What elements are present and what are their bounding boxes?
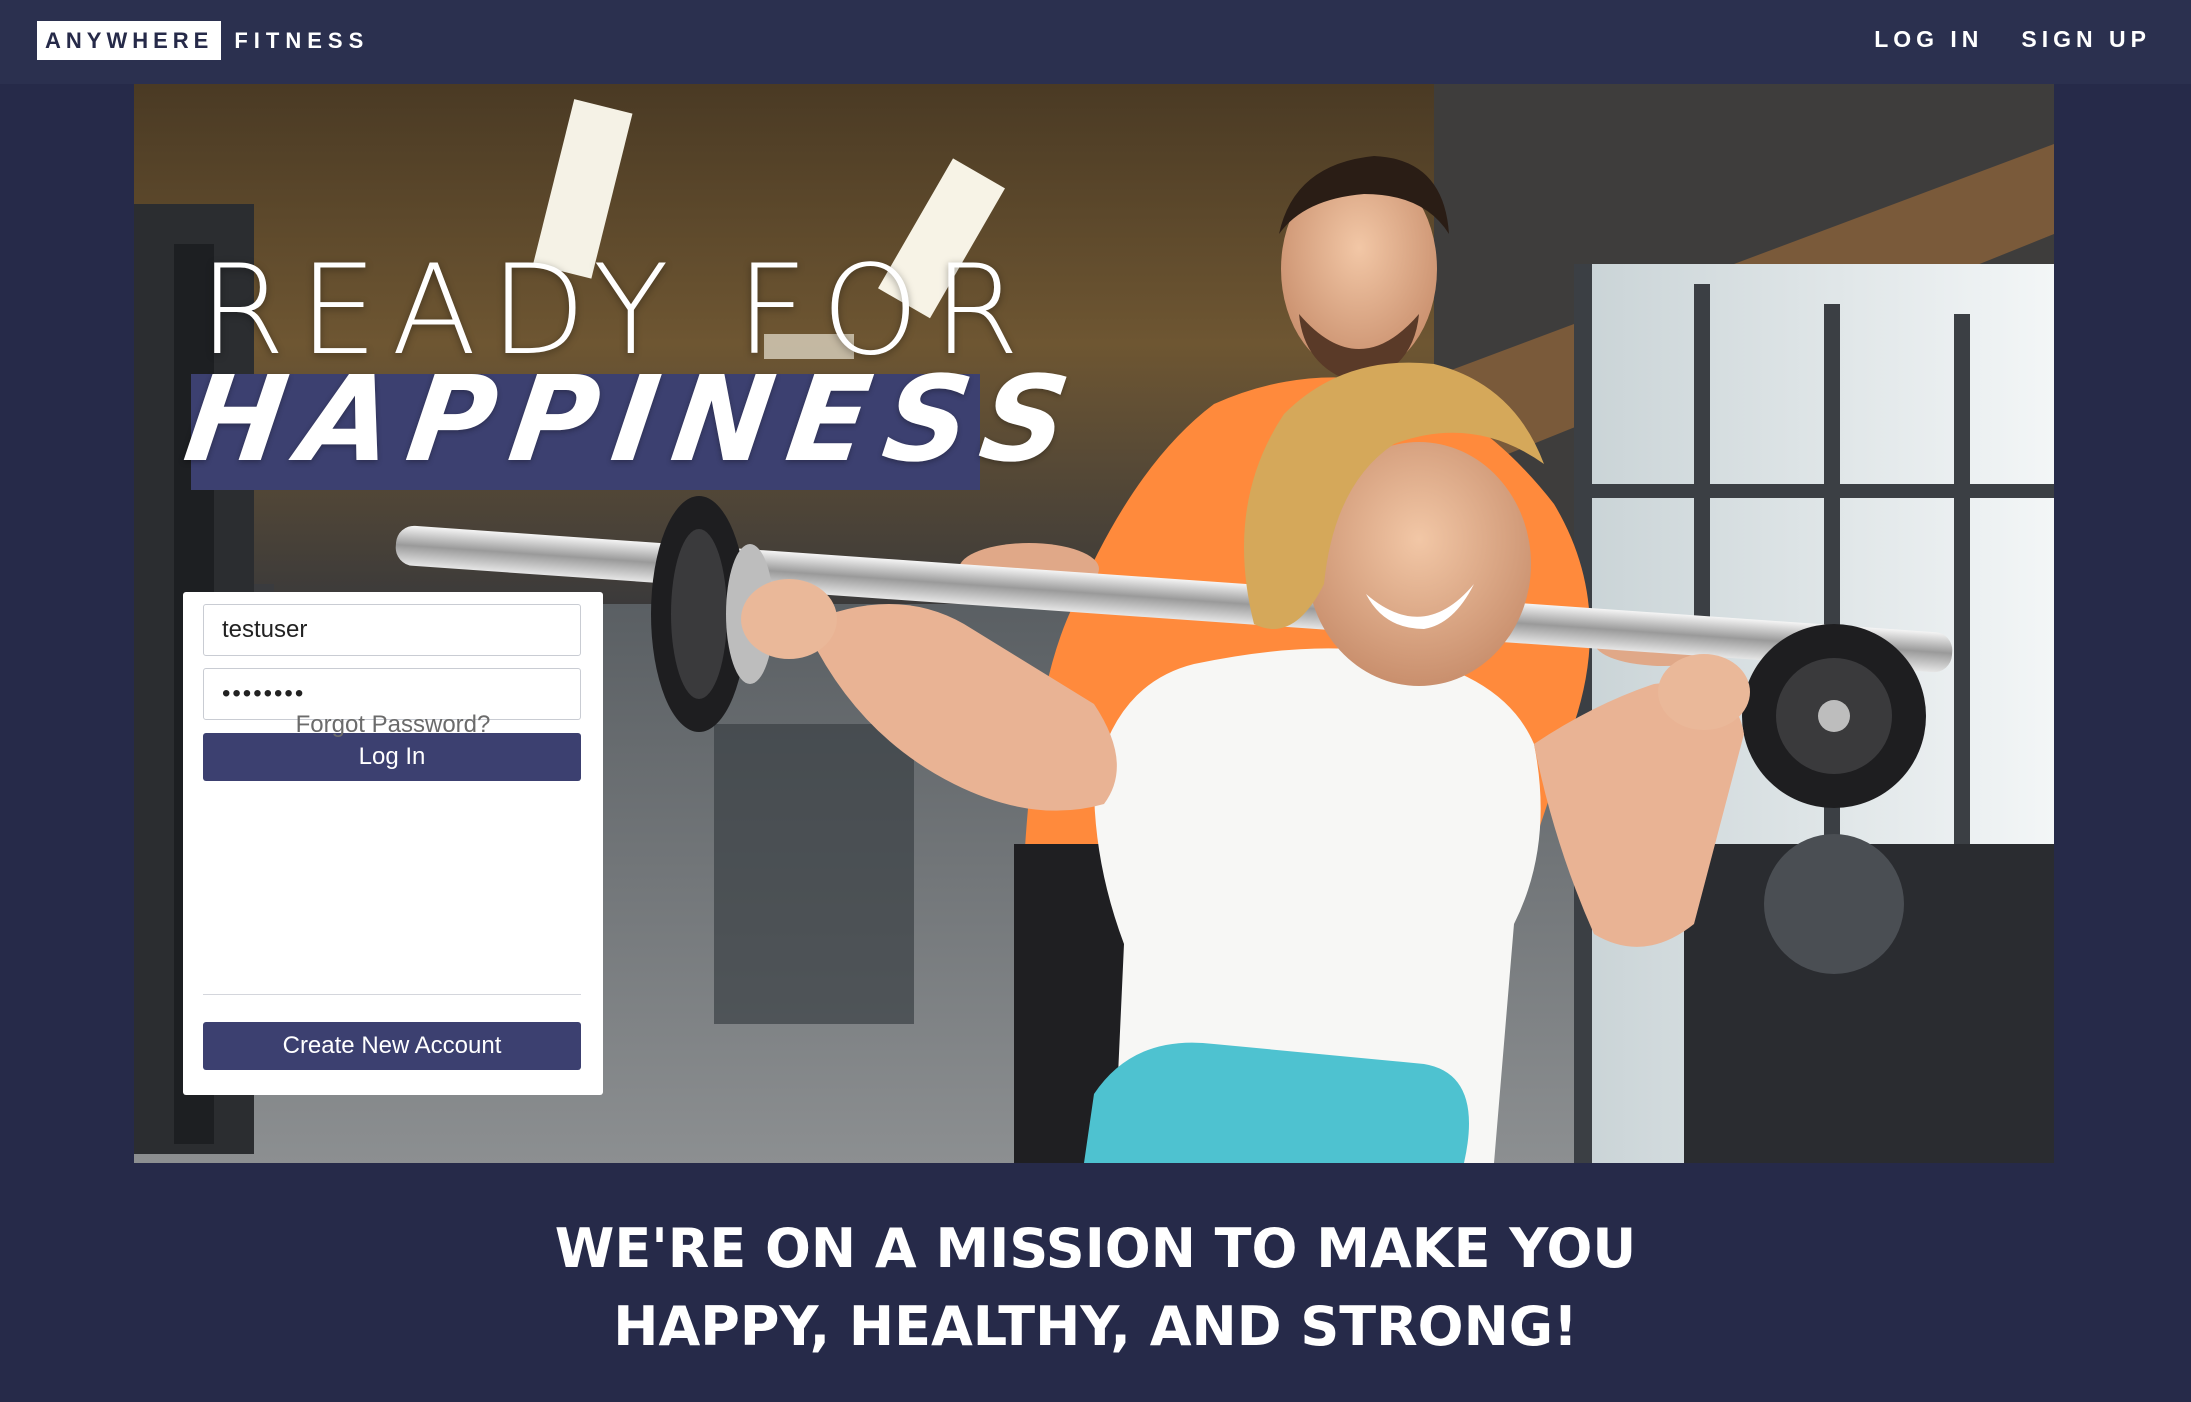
login-button[interactable]: Log In: [203, 733, 581, 781]
form-divider: [203, 994, 581, 995]
logo-box-text: ANYWHERE: [37, 21, 222, 60]
mission-statement: WE'RE ON A MISSION TO MAKE YOU HAPPY, HE…: [0, 1210, 2191, 1366]
top-navbar: ANYWHERE FITNESS LOG IN SIGN UP: [0, 0, 2191, 84]
login-form: Log In Forgot Password? Create New Accou…: [183, 592, 603, 1095]
hero-headline-line2: HAPPINESS: [177, 350, 1093, 488]
nav-signup-link[interactable]: SIGN UP: [2021, 26, 2151, 53]
nav-login-link[interactable]: LOG IN: [1874, 26, 1983, 53]
create-account-button[interactable]: Create New Account: [203, 1022, 581, 1070]
forgot-password-link[interactable]: Forgot Password?: [183, 711, 603, 739]
header-nav: LOG IN SIGN UP: [1874, 26, 2151, 53]
username-input[interactable]: [203, 604, 581, 656]
hero-section: READY FOR HAPPINESS Log In Forgot Passwo…: [134, 84, 2054, 1163]
brand-logo[interactable]: ANYWHERE FITNESS: [37, 21, 369, 60]
mission-line2: HAPPY, HEALTHY, AND STRONG!: [613, 1295, 1578, 1358]
mission-line1: WE'RE ON A MISSION TO MAKE YOU: [554, 1217, 1637, 1280]
logo-text: FITNESS: [234, 27, 370, 53]
